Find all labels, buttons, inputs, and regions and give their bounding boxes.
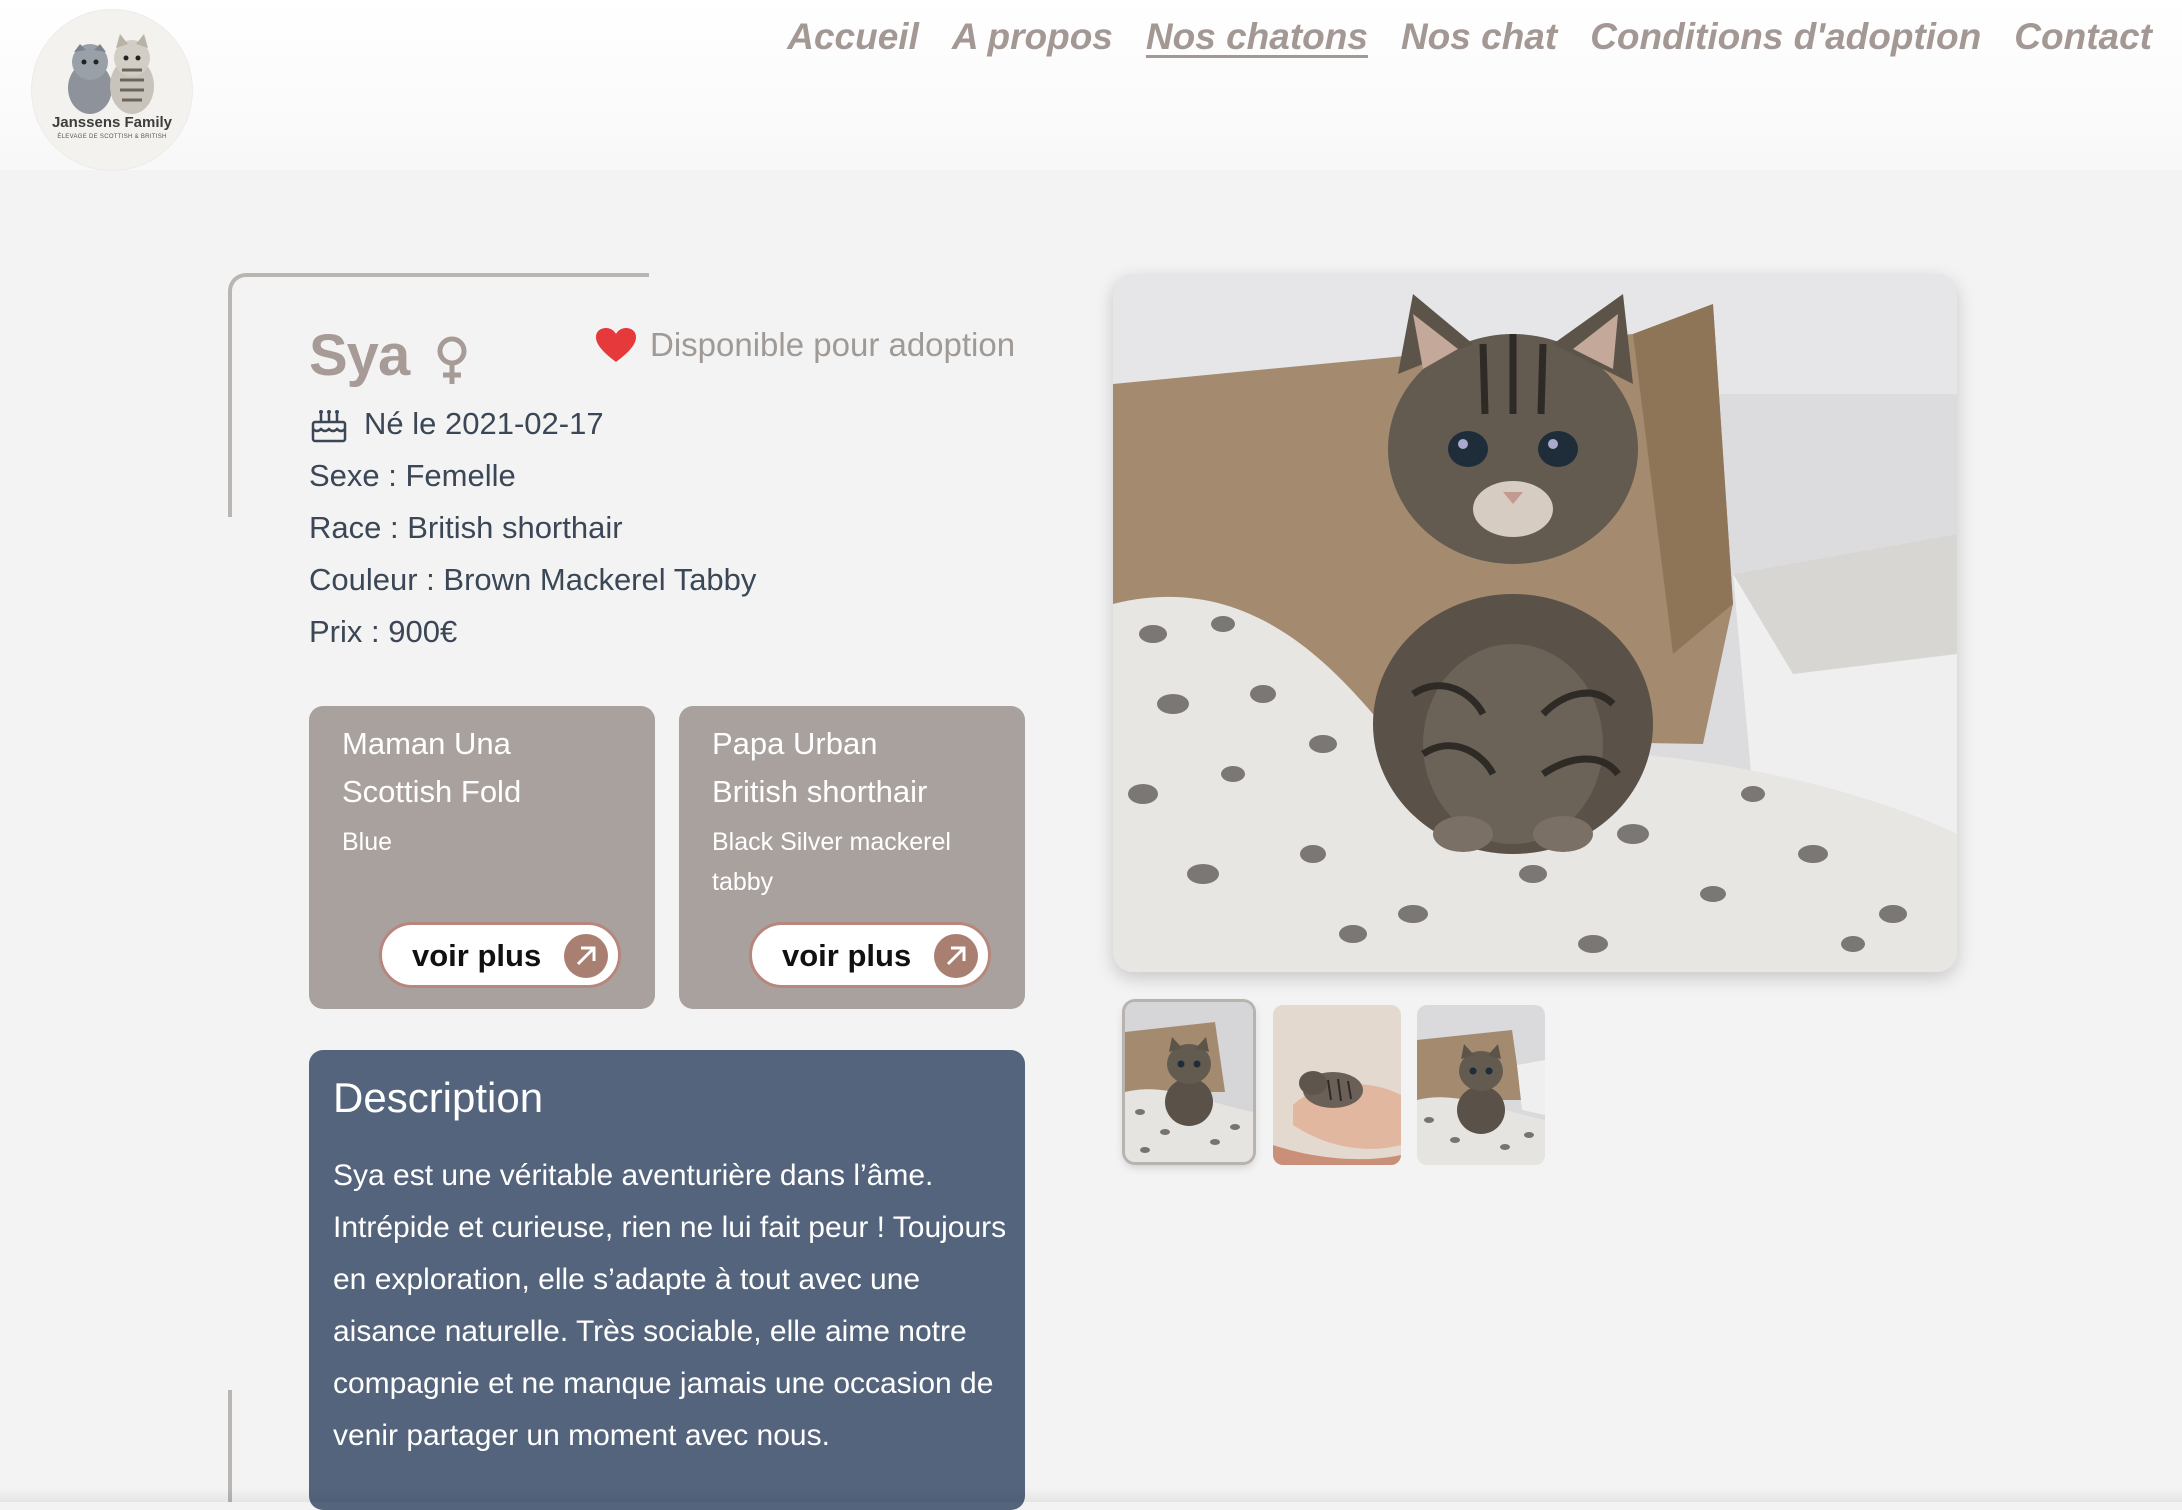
site-header: Janssens Family ÉLEVAGE DE SCOTTISH & BR… [0, 0, 2182, 170]
nav-accueil[interactable]: Accueil [787, 16, 919, 58]
adoption-status: Disponible pour adoption [650, 326, 1016, 363]
kitten-breed: Race : British shorthair [309, 510, 623, 545]
nav-nos-chatons[interactable]: Nos chatons [1146, 16, 1368, 58]
thumbnail-image [1417, 1005, 1545, 1165]
gallery-thumbnail-3[interactable] [1417, 1005, 1545, 1165]
description-panel: Description Sya est une véritable aventu… [309, 1050, 1025, 1510]
brand-name: Janssens Family [51, 114, 173, 131]
thumbnail-image [1273, 1005, 1401, 1165]
father-card: Papa Urban British shorthair Black Silve… [679, 706, 1025, 1009]
main-nav: Accueil A propos Nos chatons Nos chat Co… [787, 16, 2152, 58]
mother-color: Blue [342, 828, 393, 856]
description-text: Sya est une véritable aventurière dans l… [333, 1159, 1007, 1452]
arrow-up-right-icon [564, 934, 608, 978]
kitten-sex: Sexe : Femelle [309, 458, 516, 493]
kitten-name: Sya [309, 323, 410, 388]
nav-nos-chat[interactable]: Nos chat [1401, 16, 1557, 58]
arrow-up-right-icon [934, 934, 978, 978]
kitten-color: Couleur : Brown Mackerel Tabby [309, 562, 757, 597]
mother-card: Maman Una Scottish Fold Blue voir plus [309, 706, 655, 1009]
nav-conditions-adoption[interactable]: Conditions d'adoption [1590, 16, 1981, 58]
nav-contact[interactable]: Contact [2014, 16, 2152, 58]
mother-name: Maman Una [342, 726, 511, 761]
brand-logo[interactable]: Janssens Family ÉLEVAGE DE SCOTTISH & BR… [32, 10, 192, 170]
father-name: Papa Urban [712, 726, 878, 761]
voir-plus-label: voir plus [412, 938, 542, 973]
gallery-thumbnail-2[interactable] [1273, 1005, 1401, 1165]
cats-logo-icon [68, 34, 154, 114]
page-bottom-shadow [0, 1488, 2182, 1502]
kitten-main-photo[interactable] [1113, 274, 1957, 972]
birthday-cake-icon [311, 410, 347, 443]
thumbnail-image [1125, 1002, 1253, 1162]
mother-breed: Scottish Fold [342, 774, 522, 809]
birth-date: Né le 2021-02-17 [364, 406, 604, 441]
info-frame-line [228, 1390, 232, 1502]
father-breed: British shorthair [712, 774, 928, 809]
voir-plus-label: voir plus [782, 938, 912, 973]
father-color: Black Silver mackerel tabby [712, 828, 951, 896]
description-title: Description [333, 1074, 544, 1121]
female-icon [437, 336, 467, 384]
kitten-price: Prix : 900€ [309, 614, 458, 649]
father-voir-plus-button[interactable]: voir plus [749, 922, 991, 988]
brand-tagline: ÉLEVAGE DE SCOTTISH & BRITISH [57, 134, 167, 140]
kitten-photo-image [1113, 274, 1957, 972]
gallery-thumbnail-1[interactable] [1125, 1002, 1253, 1162]
heart-icon [596, 328, 636, 362]
nav-a-propos[interactable]: A propos [952, 16, 1113, 58]
mother-voir-plus-button[interactable]: voir plus [379, 922, 621, 988]
